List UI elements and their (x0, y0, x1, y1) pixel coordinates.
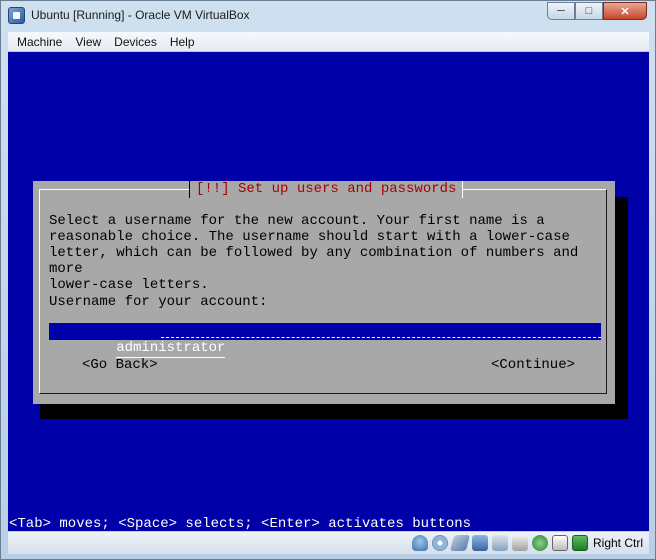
keyboard-capture-icon[interactable] (571, 535, 588, 551)
input-underline (161, 323, 601, 338)
menu-machine[interactable]: Machine (8, 35, 68, 49)
window-title: Ubuntu [Running] - Oracle VM VirtualBox (31, 8, 250, 22)
close-icon: ✕ (620, 5, 630, 18)
menu-view[interactable]: View (69, 35, 107, 49)
menu-bar: Machine View Devices Help (8, 32, 649, 52)
minimize-icon: ─ (557, 5, 565, 17)
dialog-title: [!!] Set up users and passwords (189, 181, 464, 198)
host-key-label: Right Ctrl (592, 536, 643, 550)
virtualization-icon[interactable] (531, 535, 548, 551)
window-controls: ─ □ ✕ (547, 2, 647, 22)
shared-folders-icon[interactable] (491, 535, 508, 551)
virtualbox-app-icon (8, 7, 25, 24)
continue-button[interactable]: <Continue> (491, 357, 575, 374)
title-bar[interactable]: Ubuntu [Running] - Oracle VM VirtualBox … (1, 1, 655, 31)
optical-drive-icon[interactable] (431, 535, 448, 551)
dialog-description: Select a username for the new account. Y… (49, 213, 579, 293)
username-label: Username for your account: (49, 294, 268, 310)
status-bar: Right Ctrl (8, 532, 649, 554)
minimize-button[interactable]: ─ (547, 2, 575, 20)
display-icon[interactable] (511, 535, 528, 551)
vm-window: Ubuntu [Running] - Oracle VM VirtualBox … (0, 0, 656, 560)
go-back-button[interactable]: <Go Back> (82, 357, 158, 374)
maximize-icon: □ (585, 5, 593, 17)
usb-icon[interactable] (449, 535, 471, 551)
hard-disk-icon[interactable] (411, 535, 428, 551)
installer-dialog: [!!] Set up users and passwords Select a… (33, 181, 615, 404)
mouse-integration-icon[interactable] (551, 535, 568, 551)
vm-display[interactable]: [!!] Set up users and passwords Select a… (8, 52, 649, 531)
close-button[interactable]: ✕ (603, 2, 647, 20)
username-value: administrator (116, 340, 226, 358)
keyboard-hint: <Tab> moves; <Space> selects; <Enter> ac… (9, 516, 472, 531)
maximize-button[interactable]: □ (575, 2, 603, 20)
menu-help[interactable]: Help (164, 35, 201, 49)
network-icon[interactable] (471, 535, 488, 551)
username-input[interactable]: administrator (49, 323, 601, 358)
menu-devices[interactable]: Devices (108, 35, 163, 49)
